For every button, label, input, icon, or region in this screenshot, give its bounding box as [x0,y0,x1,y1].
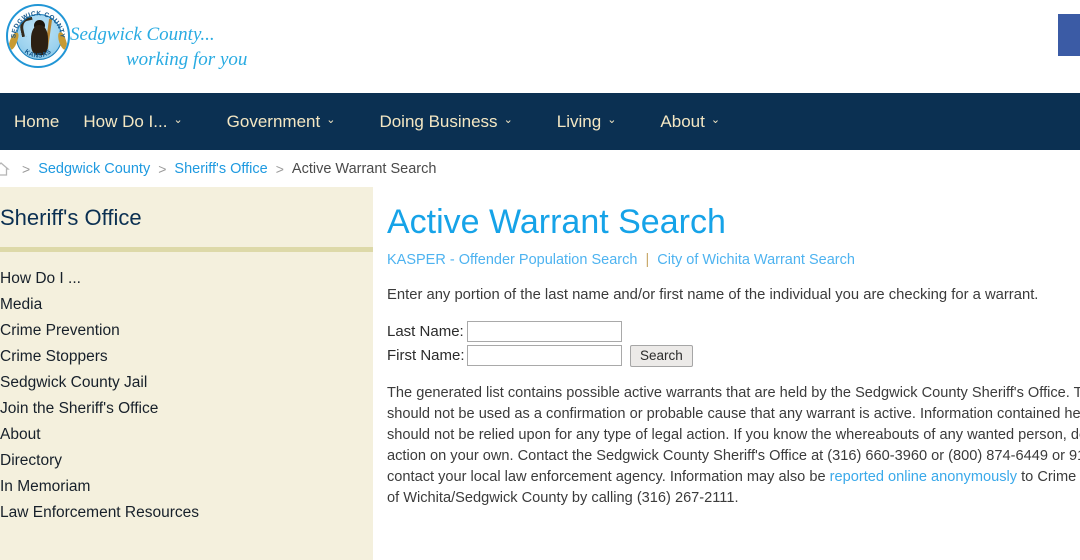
site-tagline: Sedgwick County... working for you [70,22,247,72]
chevron-down-icon: ⌄ [326,114,336,126]
header-search-button[interactable] [1058,14,1080,56]
nav-item-about[interactable]: About ⌄ [660,113,744,130]
quick-link-separator: | [645,252,650,269]
home-icon[interactable] [0,161,10,177]
sidebar-item-in-memoriam[interactable]: In Memoriam [0,474,373,500]
breadcrumb: > Sedgwick County > Sheriff's Office > A… [0,150,1080,187]
nav-label: Living [556,112,602,131]
page-title: Active Warrant Search [387,203,726,241]
nav-item-living[interactable]: Living ⌄ [557,113,641,130]
search-submit-button[interactable]: Search [630,344,693,367]
sidebar: Sheriff's Office How Do I ... Media Crim… [0,187,373,560]
link-kasper-offender-population-search[interactable]: KASPER - Offender Population Search [387,252,637,268]
sidebar-item-crime-stoppers[interactable]: Crime Stoppers [0,344,373,370]
first-name-input[interactable] [467,345,622,367]
seal-graphic: SEDGWICK COUNTY KANSAS [6,4,70,68]
sidebar-divider [0,247,373,253]
first-name-row: First Name: Search [387,344,1080,367]
nav-item-home[interactable]: Home [14,113,59,130]
link-city-of-wichita-warrant-search[interactable]: City of Wichita Warrant Search [657,252,855,268]
breadcrumb-separator: > [158,160,167,177]
chevron-down-icon: ⌄ [503,114,513,126]
breadcrumb-separator: > [275,160,284,177]
page-body: Sheriff's Office How Do I ... Media Crim… [0,187,1080,560]
sidebar-item-crime-prevention[interactable]: Crime Prevention [0,318,373,344]
nav-label: Government [226,112,321,131]
last-name-row: Last Name: [387,320,1080,342]
sidebar-item-law-enforcement-resources[interactable]: Law Enforcement Resources [0,500,373,526]
tagline-line-1: Sedgwick County... [70,24,215,45]
sidebar-item-directory[interactable]: Directory [0,448,373,474]
sidebar-nav: How Do I ... Media Crime Prevention Crim… [0,266,373,526]
link-reported-online-anonymously[interactable]: reported online anonymously [830,469,1017,485]
intro-text: Enter any portion of the last name and/o… [387,287,1039,304]
primary-navigation: Home How Do I... ⌄ Government ⌄ Doing Bu… [0,93,1080,150]
main-content: Active Warrant Search KASPER - Offender … [373,187,1080,560]
chevron-down-icon: ⌄ [173,114,183,126]
nav-item-doing-business[interactable]: Doing Business ⌄ [379,113,536,130]
tagline-line-2: working for you [126,49,248,70]
county-seal-logo[interactable]: SEDGWICK COUNTY KANSAS [6,4,70,68]
breadcrumb-item-sheriffs-office[interactable]: Sheriff's Office [174,161,267,177]
breadcrumb-separator: > [22,160,31,177]
nav-item-government[interactable]: Government ⌄ [227,113,360,130]
sidebar-title: Sheriff's Office [0,205,142,230]
nav-label: Doing Business [379,112,498,131]
site-header: SEDGWICK COUNTY KANSAS Sedgwick County..… [0,0,1080,93]
nav-label: How Do I... [83,112,168,131]
last-name-label: Last Name: [387,322,464,340]
first-name-label: First Name: [387,347,465,365]
sidebar-item-media[interactable]: Media [0,292,373,318]
nav-item-how-do-i[interactable]: How Do I... ⌄ [83,113,206,130]
sidebar-item-sedgwick-county-jail[interactable]: Sedgwick County Jail [0,370,373,396]
nav-label: About [660,112,705,131]
figure-body-icon [31,25,48,55]
last-name-input[interactable] [467,320,622,342]
disclaimer-text: The generated list contains possible act… [387,383,1080,509]
warrant-search-form: Last Name: First Name: Search [387,320,1080,367]
chevron-down-icon: ⌄ [710,114,721,126]
chevron-down-icon: ⌄ [607,114,617,126]
sidebar-item-join-the-sheriffs-office[interactable]: Join the Sheriff's Office [0,396,373,422]
page-root: SEDGWICK COUNTY KANSAS Sedgwick County..… [0,0,1080,560]
sidebar-item-how-do-i[interactable]: How Do I ... [0,266,373,292]
breadcrumb-item-sedgwick-county[interactable]: Sedgwick County [38,161,150,177]
nav-label: Home [14,112,60,131]
quick-links: KASPER - Offender Population Search | Ci… [387,252,1080,268]
sidebar-item-about[interactable]: About [0,422,373,448]
breadcrumb-item-current: Active Warrant Search [291,160,437,177]
seal-inner-disc [16,14,62,60]
